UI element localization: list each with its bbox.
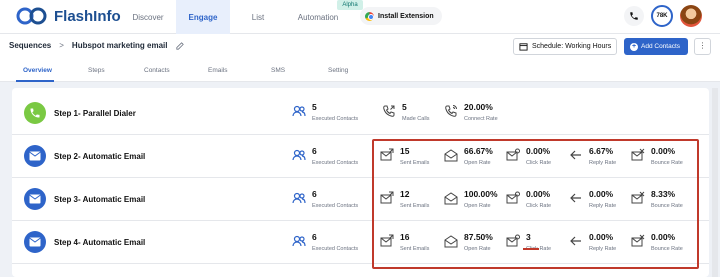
phone-icon (630, 12, 638, 20)
metric-value: 5 (312, 102, 317, 112)
chrome-icon (365, 11, 374, 21)
credits-indicator[interactable]: 78K (651, 5, 673, 27)
outgoing-call-icon (383, 105, 395, 117)
tab-setting[interactable]: Setting (328, 67, 348, 74)
metric-value: 6 (312, 146, 317, 156)
metric-value: 20.00% (464, 102, 493, 112)
email-step-icon (24, 231, 46, 253)
metric-value: 5 (402, 102, 407, 112)
breadcrumb-root[interactable]: Sequences (9, 41, 51, 50)
metric-label: Executed Contacts (312, 203, 359, 209)
schedule-button[interactable]: Schedule: Working Hours (513, 38, 617, 55)
app-logo[interactable]: FlashInfo (16, 6, 121, 26)
step-title[interactable]: Step 1- Parallel Dialer (54, 109, 136, 118)
install-extension-label: Install Extension (378, 12, 434, 20)
metric-label: Made Calls (402, 116, 430, 122)
step-title[interactable]: Step 3- Automatic Email (54, 195, 145, 204)
dialer-step-icon (24, 102, 46, 124)
metric-label: Executed Contacts (312, 246, 359, 252)
email-icon (29, 237, 41, 247)
email-icon (29, 151, 41, 161)
tab-sms[interactable]: SMS (271, 67, 285, 74)
breadcrumb-separator: > (59, 41, 64, 50)
plus-icon: + (630, 42, 638, 51)
nav-engage[interactable]: Engage (176, 0, 230, 34)
alpha-badge: Alpha (337, 0, 363, 10)
metric-value: 6 (312, 189, 317, 199)
app-name: FlashInfo (54, 7, 121, 25)
email-step-icon (24, 145, 46, 167)
tab-contacts[interactable]: Contacts (144, 67, 170, 74)
click-rate-underline (523, 248, 539, 250)
add-contacts-label: Add Contacts (641, 43, 681, 50)
metric-label: Connect Rate (464, 116, 498, 122)
more-options-button[interactable]: ⋮ (694, 38, 711, 55)
tab-bar (0, 60, 720, 82)
breadcrumb-current: Hubspot marketing email (71, 41, 168, 50)
logo-icon (16, 7, 47, 25)
tab-emails[interactable]: Emails (208, 67, 228, 74)
nav-discover[interactable]: Discover (120, 0, 176, 34)
users-icon (292, 149, 306, 161)
step-title[interactable]: Step 2- Automatic Email (54, 152, 145, 161)
breadcrumb: Sequences > Hubspot marketing email (9, 41, 184, 50)
email-icon (29, 194, 41, 204)
metric-value: 6 (312, 232, 317, 242)
phone-icon (30, 108, 40, 118)
add-contacts-button[interactable]: + Add Contacts (624, 38, 688, 55)
nav-list[interactable]: List (230, 0, 286, 34)
users-icon (292, 105, 306, 117)
users-icon (292, 192, 306, 204)
install-extension-button[interactable]: Install Extension (360, 7, 442, 25)
metric-label: Executed Contacts (312, 116, 359, 122)
step-title[interactable]: Step 4- Automatic Email (54, 238, 145, 247)
dialer-button[interactable] (624, 6, 644, 26)
call-connect-icon (445, 105, 457, 117)
scrollbar[interactable] (712, 88, 718, 277)
schedule-label: Schedule: Working Hours (532, 43, 612, 50)
tab-overview[interactable]: Overview (23, 67, 52, 74)
email-step-icon (24, 188, 46, 210)
calendar-icon (519, 43, 528, 51)
tab-steps[interactable]: Steps (88, 67, 105, 74)
metric-label: Executed Contacts (312, 160, 359, 166)
active-tab-indicator (16, 80, 54, 82)
user-avatar[interactable] (680, 5, 702, 27)
users-icon (292, 235, 306, 247)
edit-icon[interactable] (175, 41, 184, 50)
